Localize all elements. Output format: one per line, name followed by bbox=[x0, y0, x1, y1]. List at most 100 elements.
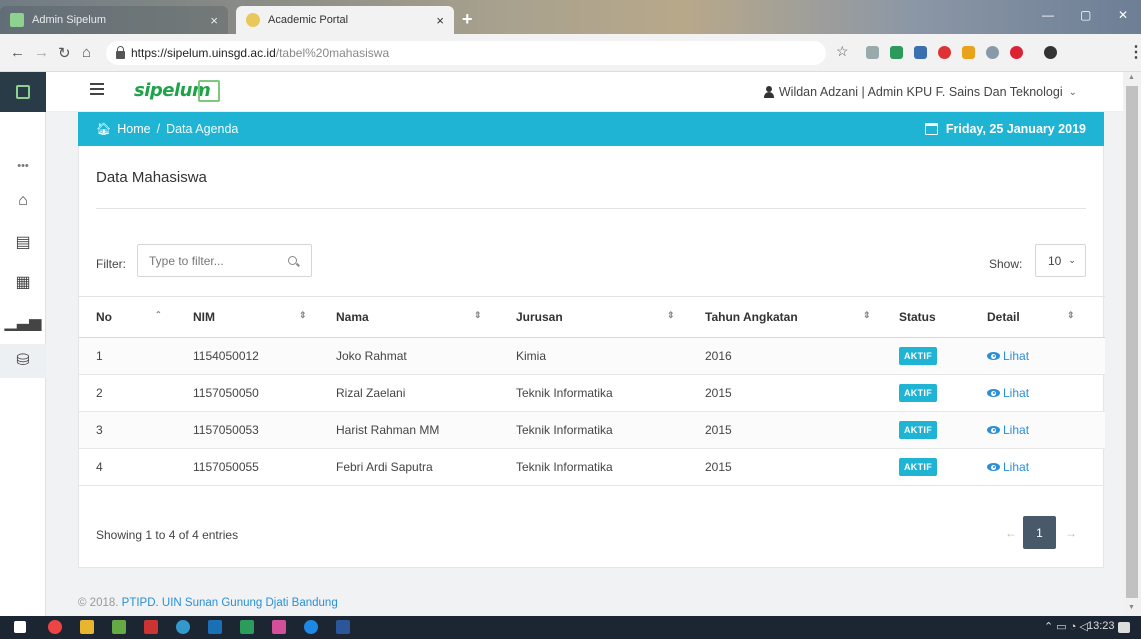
app-icon[interactable] bbox=[112, 620, 126, 634]
browser-tab-admin-sipelum[interactable]: Admin Sipelum × bbox=[0, 6, 228, 34]
table-row: 4 1157050055 Febri Ardi Saputra Teknik I… bbox=[79, 449, 1105, 486]
cell-detail: Lihat bbox=[987, 449, 1105, 486]
academic-portal-favicon bbox=[246, 13, 260, 27]
address-toolbar: ← → ↻ ⌂ https://sipelum.uinsgd.ac.id/tab… bbox=[0, 34, 1141, 72]
app-icon[interactable] bbox=[240, 620, 254, 634]
lihat-link[interactable]: Lihat bbox=[987, 349, 1029, 363]
sort-icon: ⇕ bbox=[863, 310, 871, 320]
next-page-button[interactable]: → bbox=[1056, 516, 1086, 549]
url-bar[interactable]: https://sipelum.uinsgd.ac.id/tabel%20mah… bbox=[106, 41, 826, 65]
scroll-down-arrow-icon[interactable]: ▼ bbox=[1128, 604, 1135, 611]
cell-jurusan: Kimia bbox=[516, 349, 547, 363]
edge-icon[interactable] bbox=[304, 620, 318, 634]
breadcrumb-current: Data Agenda bbox=[166, 122, 239, 136]
data-card: Data Mahasiswa Filter: Show: 10 ⌄ No⌃ NI… bbox=[78, 146, 1105, 568]
new-tab-button[interactable]: + bbox=[462, 9, 473, 30]
page-size-value: 10 bbox=[1048, 253, 1062, 268]
page-1-button[interactable]: 1 bbox=[1023, 516, 1056, 549]
file-explorer-icon[interactable] bbox=[80, 620, 94, 634]
home-icon[interactable]: ⌂ bbox=[82, 44, 91, 61]
status-badge: AKTIF bbox=[899, 384, 937, 402]
breadcrumb-home[interactable]: Home bbox=[117, 122, 150, 136]
chrome-icon[interactable] bbox=[48, 620, 62, 634]
column-header-jurusan[interactable]: Jurusan ⇕ bbox=[516, 297, 705, 338]
home-icon[interactable]: ⌂ bbox=[0, 192, 46, 210]
app-icon[interactable] bbox=[144, 620, 158, 634]
prev-page-button[interactable]: ← bbox=[996, 516, 1026, 549]
column-header-no[interactable]: No ⌃ bbox=[79, 297, 193, 338]
cell-jurusan: Teknik Informatika bbox=[516, 460, 613, 474]
browser-menu-icon[interactable]: ⋮ bbox=[1128, 42, 1141, 62]
lihat-link[interactable]: Lihat bbox=[987, 460, 1029, 474]
page-title: Data Mahasiswa bbox=[96, 169, 207, 186]
page-scrollbar[interactable]: ▲ ▼ bbox=[1123, 72, 1141, 616]
calendar-icon[interactable]: ▦ bbox=[0, 272, 46, 292]
clock[interactable]: 13:23 bbox=[1087, 620, 1115, 632]
filter-input[interactable] bbox=[138, 245, 278, 276]
search-icon bbox=[288, 256, 297, 265]
scrollbar-thumb[interactable] bbox=[1126, 86, 1138, 598]
maximize-window-icon[interactable]: ▢ bbox=[1080, 8, 1091, 22]
extension-icon[interactable] bbox=[1010, 46, 1023, 59]
column-header-detail[interactable]: Detail ⇕ bbox=[987, 297, 1105, 338]
column-header-nama[interactable]: Nama ⇕ bbox=[336, 297, 516, 338]
hamburger-menu-icon[interactable] bbox=[90, 83, 104, 95]
extension-icon[interactable] bbox=[986, 46, 999, 59]
close-window-icon[interactable]: ✕ bbox=[1118, 8, 1128, 22]
adblock-icon[interactable] bbox=[938, 46, 951, 59]
browser-tab-academic-portal[interactable]: Academic Portal × bbox=[236, 6, 454, 34]
browser-tab-bar: Admin Sipelum × Academic Portal × + — ▢ … bbox=[0, 0, 1141, 34]
column-header-status[interactable]: Status bbox=[899, 297, 987, 338]
cell-detail: Lihat bbox=[987, 338, 1105, 375]
scroll-up-arrow-icon[interactable]: ▲ bbox=[1128, 74, 1135, 81]
cell-nama: Joko Rahmat bbox=[336, 349, 407, 363]
reload-icon[interactable]: ↻ bbox=[58, 44, 71, 62]
close-tab-icon[interactable]: × bbox=[436, 13, 444, 28]
clipboard-icon[interactable]: ▤ bbox=[0, 232, 46, 252]
chart-icon[interactable]: ▁▃▅ bbox=[0, 312, 46, 332]
cell-detail: Lihat bbox=[987, 375, 1105, 412]
bookmark-star-icon[interactable]: ☆ bbox=[836, 43, 849, 60]
lihat-link[interactable]: Lihat bbox=[987, 423, 1029, 437]
user-menu[interactable]: Wildan Adzani | Admin KPU F. Sains Dan T… bbox=[763, 85, 1077, 99]
eye-icon bbox=[987, 389, 1000, 397]
word-icon[interactable] bbox=[336, 620, 350, 634]
back-arrow-icon[interactable]: ← bbox=[10, 44, 25, 61]
system-tray-icons[interactable]: ⌃ ▭ ◔ ◁ bbox=[1044, 620, 1088, 633]
table-header-row: No ⌃ NIM ⇕ Nama ⇕ Jurusan ⇕ Tahun Angkatan ⇕ … bbox=[79, 296, 1105, 338]
cell-nama: Harist Rahman MM bbox=[336, 423, 440, 437]
notifications-icon[interactable] bbox=[1118, 622, 1130, 633]
photoshop-icon[interactable] bbox=[208, 620, 222, 634]
cell-tahun: 2015 bbox=[705, 423, 732, 437]
show-label: Show: bbox=[989, 257, 1023, 271]
database-icon[interactable]: ⛁ bbox=[0, 344, 46, 378]
sidebar-logo[interactable] bbox=[0, 72, 46, 112]
app-icon[interactable] bbox=[176, 620, 190, 634]
table-row: 3 1157050053 Harist Rahman MM Teknik Inf… bbox=[79, 411, 1105, 449]
column-header-tahun-angkatan[interactable]: Tahun Angkatan ⇕ bbox=[705, 297, 899, 338]
extension-icon[interactable] bbox=[914, 46, 927, 59]
cell-no: 2 bbox=[96, 386, 103, 400]
chevron-down-icon: ⌄ bbox=[1068, 255, 1076, 265]
close-tab-icon[interactable]: × bbox=[210, 13, 218, 28]
column-header-nim[interactable]: NIM ⇕ bbox=[193, 297, 336, 338]
cell-status: AKTIF bbox=[899, 449, 987, 486]
forward-arrow-icon[interactable]: → bbox=[34, 44, 49, 61]
profile-icon[interactable] bbox=[1044, 46, 1057, 59]
windows-start-icon[interactable] bbox=[14, 621, 26, 633]
mahasiswa-table: No ⌃ NIM ⇕ Nama ⇕ Jurusan ⇕ Tahun Angkatan ⇕ … bbox=[79, 296, 1105, 486]
footer-link[interactable]: PTIPD. UIN Sunan Gunung Djati Bandung bbox=[122, 597, 338, 609]
status-badge: AKTIF bbox=[899, 347, 937, 365]
extension-icon[interactable] bbox=[890, 46, 903, 59]
page-size-select[interactable]: 10 ⌄ bbox=[1035, 244, 1086, 277]
cell-nama: Rizal Zaelani bbox=[336, 386, 406, 400]
app-icon[interactable] bbox=[272, 620, 286, 634]
drive-icon[interactable] bbox=[962, 46, 975, 59]
more-icon[interactable]: ••• bbox=[0, 160, 46, 172]
extension-icon[interactable] bbox=[866, 46, 879, 59]
lihat-link[interactable]: Lihat bbox=[987, 386, 1029, 400]
brand-logo-icon bbox=[198, 80, 220, 102]
minimize-window-icon[interactable]: — bbox=[1042, 8, 1054, 22]
cell-status: AKTIF bbox=[899, 412, 987, 449]
cell-status: AKTIF bbox=[899, 338, 987, 375]
